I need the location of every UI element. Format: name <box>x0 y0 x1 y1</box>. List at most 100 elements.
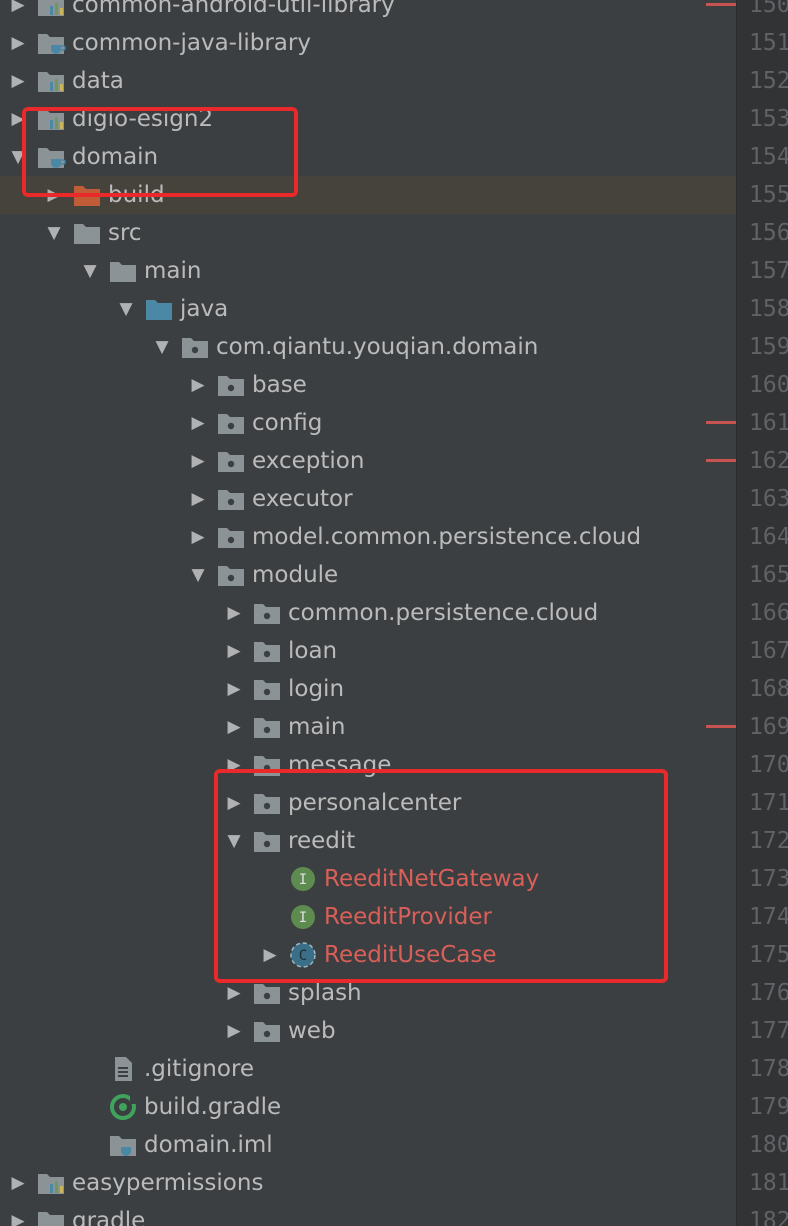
tree-node-data[interactable]: ▶ data <box>0 62 736 100</box>
tree-node-reeditprovider[interactable]: I ReeditProvider <box>0 898 736 936</box>
expand-arrow-icon[interactable]: ▶ <box>0 24 36 62</box>
tree-node-main[interactable]: ▶ main <box>0 708 736 746</box>
line-number: 180 <box>749 1132 788 1158</box>
module-chart-icon <box>36 104 66 134</box>
tree-node-gitignore[interactable]: .gitignore <box>0 1050 736 1088</box>
expand-arrow-icon[interactable]: ▶ <box>0 100 36 138</box>
tree-node-label: build <box>108 182 165 208</box>
tree-node-common-persistence-cloud[interactable]: ▶ common.persistence.cloud <box>0 594 736 632</box>
change-marker <box>706 459 736 462</box>
tree-node-label: splash <box>288 980 362 1006</box>
tree-node-label: domain <box>72 144 159 170</box>
tree-node-model-common-persistence-cloud[interactable]: ▶ model.common.persistence.cloud <box>0 518 736 556</box>
tree-node-common-java-library[interactable]: ▶ common-java-library <box>0 24 736 62</box>
line-number: 174 <box>749 904 788 930</box>
collapse-arrow-icon[interactable]: ▼ <box>144 328 180 366</box>
tree-node-label: gradle <box>72 1208 146 1226</box>
expand-arrow-icon[interactable]: ▶ <box>180 480 216 518</box>
tree-node-label: model.common.persistence.cloud <box>252 524 642 550</box>
collapse-arrow-icon[interactable]: ▼ <box>216 822 252 860</box>
tree-node-label: exception <box>252 448 365 474</box>
expand-arrow-icon[interactable]: ▶ <box>252 936 288 974</box>
folder-icon <box>72 218 102 248</box>
tree-node-label: digio-esign2 <box>72 106 214 132</box>
expand-arrow-icon[interactable]: ▶ <box>0 62 36 100</box>
expand-arrow-icon[interactable]: ▶ <box>180 366 216 404</box>
tree-node-personalcenter[interactable]: ▶ personalcenter <box>0 784 736 822</box>
expand-arrow-icon[interactable]: ▶ <box>180 404 216 442</box>
line-number: 167 <box>749 638 788 664</box>
tree-node-domain-iml[interactable]: domain.iml <box>0 1126 736 1164</box>
tree-node-loan[interactable]: ▶ loan <box>0 632 736 670</box>
expand-arrow-icon[interactable]: ▶ <box>216 594 252 632</box>
tree-indent-spacer <box>72 1088 108 1126</box>
tree-node-config[interactable]: ▶ config <box>0 404 736 442</box>
tree-node-src[interactable]: ▼ src <box>0 214 736 252</box>
collapse-arrow-icon[interactable]: ▼ <box>36 214 72 252</box>
tree-node-message[interactable]: ▶ message <box>0 746 736 784</box>
folder-icon <box>36 1206 66 1226</box>
package-icon <box>216 370 246 400</box>
expand-arrow-icon[interactable]: ▶ <box>216 1012 252 1050</box>
tree-node-login[interactable]: ▶ login <box>0 670 736 708</box>
tree-node-gradle[interactable]: ▶ gradle <box>0 1202 736 1226</box>
line-number: 156 <box>749 220 788 246</box>
tree-node-web[interactable]: ▶ web <box>0 1012 736 1050</box>
line-number: 176 <box>749 980 788 1006</box>
line-number: 171 <box>749 790 788 816</box>
expand-arrow-icon[interactable]: ▶ <box>216 974 252 1012</box>
interface-icon: I <box>288 864 318 894</box>
tree-node-easypermissions[interactable]: ▶ easypermissions <box>0 1164 736 1202</box>
package-icon <box>252 788 282 818</box>
expand-arrow-icon[interactable]: ▶ <box>180 518 216 556</box>
expand-arrow-icon[interactable]: ▶ <box>216 670 252 708</box>
expand-arrow-icon[interactable]: ▶ <box>216 784 252 822</box>
module-chart-icon <box>36 1168 66 1198</box>
line-number: 153 <box>749 106 788 132</box>
line-number: 163 <box>749 486 788 512</box>
line-number: 168 <box>749 676 788 702</box>
tree-node-base[interactable]: ▶ base <box>0 366 736 404</box>
expand-arrow-icon[interactable]: ▶ <box>180 442 216 480</box>
tree-node-module[interactable]: ▼ module <box>0 556 736 594</box>
tree-node-domain[interactable]: ▼ domain <box>0 138 736 176</box>
line-number: 182 <box>749 1208 788 1226</box>
line-number: 166 <box>749 600 788 626</box>
collapse-arrow-icon[interactable]: ▼ <box>180 556 216 594</box>
expand-arrow-icon[interactable]: ▶ <box>216 632 252 670</box>
package-icon <box>252 826 282 856</box>
project-tree[interactable]: ▶ common-android-util-library ▶ common-java… <box>0 0 736 1226</box>
tree-node-splash[interactable]: ▶ splash <box>0 974 736 1012</box>
line-number: 173 <box>749 866 788 892</box>
change-marker <box>706 3 736 6</box>
package-icon <box>252 750 282 780</box>
tree-node-reeditnetgateway[interactable]: I ReeditNetGateway <box>0 860 736 898</box>
class-icon: C <box>288 940 318 970</box>
tree-node-java[interactable]: ▼ java <box>0 290 736 328</box>
expand-arrow-icon[interactable]: ▶ <box>0 1202 36 1226</box>
tree-node-main[interactable]: ▼ main <box>0 252 736 290</box>
tree-node-build-gradle[interactable]: build.gradle <box>0 1088 736 1126</box>
collapse-arrow-icon[interactable]: ▼ <box>72 252 108 290</box>
tree-node-common-android-util-library[interactable]: ▶ common-android-util-library <box>0 0 736 24</box>
expand-arrow-icon[interactable]: ▶ <box>36 176 72 214</box>
tree-node-reedit[interactable]: ▼ reedit <box>0 822 736 860</box>
expand-arrow-icon[interactable]: ▶ <box>0 1164 36 1202</box>
tree-indent-spacer <box>252 860 288 898</box>
tree-node-reeditusecase[interactable]: ▶ C ReeditUseCase <box>0 936 736 974</box>
change-marker <box>706 725 736 728</box>
tree-node-exception[interactable]: ▶ exception <box>0 442 736 480</box>
tree-node-label: login <box>288 676 345 702</box>
tree-node-label: web <box>288 1018 336 1044</box>
expand-arrow-icon[interactable]: ▶ <box>0 0 36 24</box>
tree-node-com-qiantu-youqian-domain[interactable]: ▼ com.qiantu.youqian.domain <box>0 328 736 366</box>
expand-arrow-icon[interactable]: ▶ <box>216 708 252 746</box>
expand-arrow-icon[interactable]: ▶ <box>216 746 252 784</box>
line-number: 160 <box>749 372 788 398</box>
tree-node-executor[interactable]: ▶ executor <box>0 480 736 518</box>
tree-node-build[interactable]: ▶ build <box>0 176 736 214</box>
tree-node-digio-esign2[interactable]: ▶ digio-esign2 <box>0 100 736 138</box>
java-module-icon <box>36 142 66 172</box>
collapse-arrow-icon[interactable]: ▼ <box>108 290 144 328</box>
collapse-arrow-icon[interactable]: ▼ <box>0 138 36 176</box>
